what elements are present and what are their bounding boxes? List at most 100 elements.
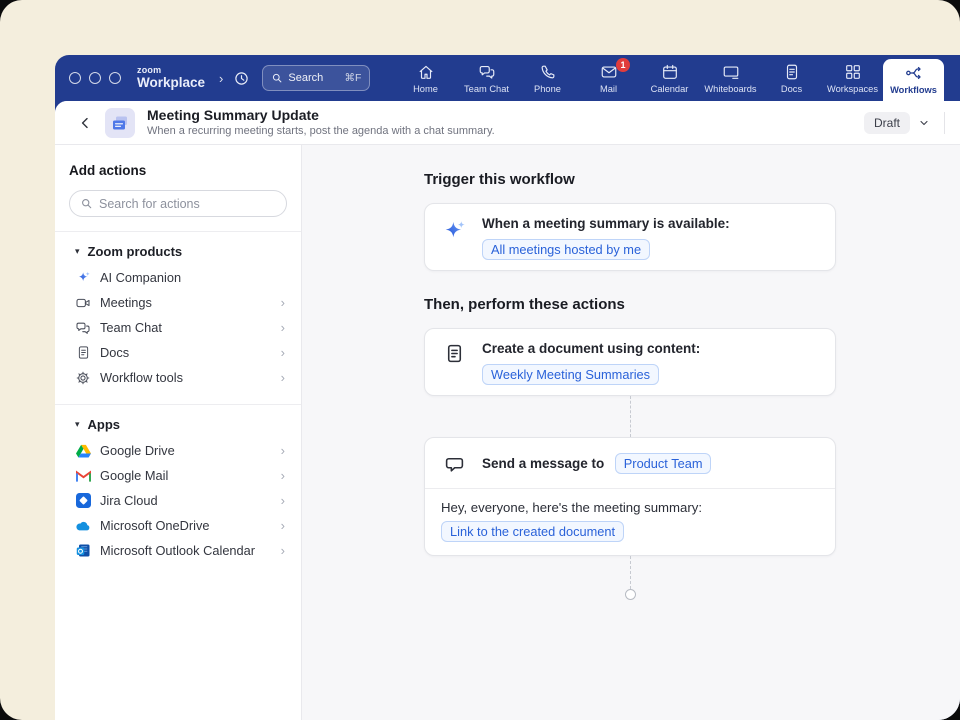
triangle-down-icon: ▾ xyxy=(75,246,80,257)
ai-companion-icon xyxy=(75,270,91,285)
mail-unread-badge: 1 xyxy=(616,58,630,72)
nav-tab-label: Calendar xyxy=(651,84,689,94)
section-label: Zoom products xyxy=(88,244,183,259)
connector-line xyxy=(630,396,631,437)
app-window: zoom Workplace › Search ⌘F xyxy=(55,55,960,720)
nav-tab-workspaces[interactable]: Workspaces xyxy=(822,55,883,101)
sidebar-item-docs[interactable]: Docs › xyxy=(69,340,287,365)
trigger-scope-pill[interactable]: All meetings hosted by me xyxy=(482,239,650,260)
sidebar-item-microsoft-onedrive[interactable]: Microsoft OneDrive › xyxy=(69,513,287,538)
top-navbar: zoom Workplace › Search ⌘F xyxy=(55,55,960,101)
nav-tab-label: Phone xyxy=(534,84,561,94)
actions-sidebar: Add actions ▾ Zoom products xyxy=(55,145,302,720)
create-document-card[interactable]: Create a document using content: Weekly … xyxy=(424,328,836,396)
trigger-heading: Trigger this workflow xyxy=(424,171,960,188)
sidebar-item-meetings[interactable]: Meetings › xyxy=(69,290,287,315)
meeting-summary-graphic-icon xyxy=(110,113,130,133)
chevron-right-icon[interactable]: › xyxy=(219,71,223,86)
sidebar-item-google-mail[interactable]: Google Mail › xyxy=(69,463,287,488)
section-zoom-products[interactable]: ▾ Zoom products xyxy=(69,236,287,265)
window-minimize-button[interactable] xyxy=(89,72,101,84)
search-icon xyxy=(80,197,93,210)
nav-tab-label: Docs xyxy=(781,84,802,94)
page-title: Meeting Summary Update xyxy=(147,107,495,123)
window-close-button[interactable] xyxy=(69,72,81,84)
send-message-card[interactable]: Send a message to Product Team Hey, ever… xyxy=(424,437,836,556)
search-shortcut: ⌘F xyxy=(344,72,361,84)
status-dropdown-button[interactable] xyxy=(918,117,930,129)
sidebar-item-microsoft-outlook-calendar[interactable]: Microsoft Outlook Calendar › xyxy=(69,538,287,563)
search-placeholder: Search xyxy=(288,72,323,84)
message-body-text: Hey, everyone, here's the meeting summar… xyxy=(441,500,819,515)
zoom-workplace-logo: zoom Workplace xyxy=(137,66,205,90)
header-divider xyxy=(944,112,945,134)
nav-tab-docs[interactable]: Docs xyxy=(761,55,822,101)
document-link-pill[interactable]: Link to the created document xyxy=(441,521,624,542)
workflow-header: Meeting Summary Update When a recurring … xyxy=(55,101,960,145)
home-icon xyxy=(417,63,435,81)
triangle-down-icon: ▾ xyxy=(75,419,80,430)
recipient-pill[interactable]: Product Team xyxy=(615,453,712,474)
workflow-canvas: Trigger this workflow When a meeting sum… xyxy=(302,145,960,720)
nav-tab-workflows[interactable]: Workflows xyxy=(883,59,944,101)
create-document-title: Create a document using content: xyxy=(482,340,700,358)
chevron-right-icon: › xyxy=(281,468,285,483)
section-label: Apps xyxy=(88,417,121,432)
global-search-input[interactable]: Search ⌘F xyxy=(262,65,370,91)
workflow-end-node xyxy=(625,589,636,600)
section-apps[interactable]: ▾ Apps xyxy=(69,409,287,438)
sidebar-item-label: Jira Cloud xyxy=(100,493,158,508)
send-message-title: Send a message to xyxy=(482,456,604,471)
calendar-icon xyxy=(661,63,679,81)
actions-search-input[interactable] xyxy=(99,197,276,211)
sidebar-item-label: Meetings xyxy=(100,295,152,310)
chevron-right-icon: › xyxy=(281,370,285,385)
chevron-right-icon: › xyxy=(281,493,285,508)
nav-tabs: Home Team Chat Phone xyxy=(395,55,960,101)
mail-icon xyxy=(600,63,618,81)
history-clock-icon[interactable] xyxy=(233,70,250,87)
ai-sparkle-icon xyxy=(441,215,467,244)
document-icon xyxy=(441,340,467,364)
nav-tab-mail[interactable]: Mail 1 xyxy=(578,55,639,101)
document-content-pill[interactable]: Weekly Meeting Summaries xyxy=(482,364,659,385)
google-drive-icon xyxy=(75,444,91,458)
sidebar-title: Add actions xyxy=(69,163,287,178)
sidebar-item-label: Docs xyxy=(100,345,129,360)
content-area: Meeting Summary Update When a recurring … xyxy=(55,101,960,720)
window-zoom-button[interactable] xyxy=(109,72,121,84)
trigger-card[interactable]: When a meeting summary is available: All… xyxy=(424,203,836,271)
docs-icon xyxy=(75,345,91,360)
page-subtitle: When a recurring meeting starts, post th… xyxy=(147,125,495,138)
chat-bubble-icon xyxy=(441,451,467,475)
outlook-calendar-icon xyxy=(75,543,91,558)
chevron-left-icon xyxy=(77,115,93,131)
workflow-thumbnail-icon xyxy=(105,108,135,138)
sidebar-item-google-drive[interactable]: Google Drive › xyxy=(69,438,287,463)
workflows-icon xyxy=(905,64,923,82)
nav-tab-whiteboards[interactable]: Whiteboards xyxy=(700,55,761,101)
docs-icon xyxy=(783,63,801,81)
nav-tab-phone[interactable]: Phone xyxy=(517,55,578,101)
connector xyxy=(424,396,836,437)
meetings-icon xyxy=(75,295,91,311)
chevron-right-icon: › xyxy=(281,345,285,360)
sidebar-item-label: Microsoft Outlook Calendar xyxy=(100,543,255,558)
nav-tab-team-chat[interactable]: Team Chat xyxy=(456,55,517,101)
sidebar-item-jira-cloud[interactable]: Jira Cloud › xyxy=(69,488,287,513)
sidebar-item-label: Google Drive xyxy=(100,443,175,458)
sidebar-item-workflow-tools[interactable]: Workflow tools › xyxy=(69,365,287,390)
back-button[interactable] xyxy=(73,111,97,135)
chevron-right-icon: › xyxy=(281,518,285,533)
nav-tab-home[interactable]: Home xyxy=(395,55,456,101)
actions-search-box[interactable] xyxy=(69,190,287,217)
sidebar-item-ai-companion[interactable]: AI Companion xyxy=(69,265,287,290)
sidebar-item-label: Workflow tools xyxy=(100,370,183,385)
sidebar-item-team-chat[interactable]: Team Chat › xyxy=(69,315,287,340)
chevron-right-icon: › xyxy=(281,443,285,458)
nav-tab-calendar[interactable]: Calendar xyxy=(639,55,700,101)
connector-line xyxy=(630,556,631,589)
window-controls xyxy=(69,72,121,84)
nav-tab-more[interactable]: More xyxy=(944,55,960,101)
sidebar-item-label: Team Chat xyxy=(100,320,162,335)
